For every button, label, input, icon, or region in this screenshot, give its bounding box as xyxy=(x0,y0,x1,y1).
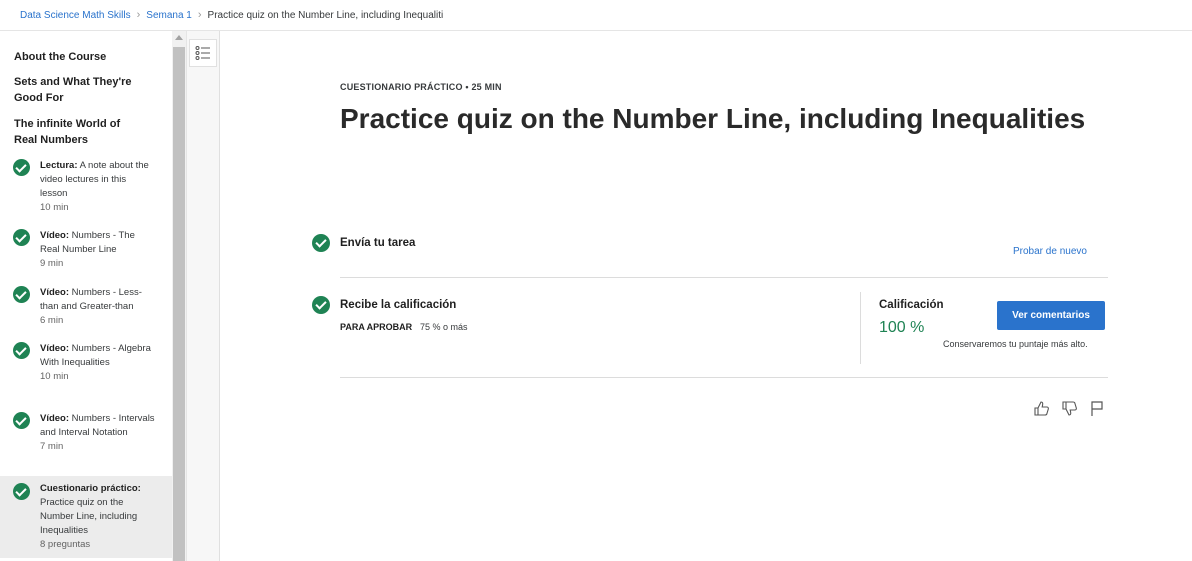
submit-step-title: Envía tu tarea xyxy=(340,237,416,249)
thumbs-up-icon xyxy=(1033,400,1049,416)
scroll-up-arrow-icon[interactable] xyxy=(175,35,183,40)
menu-list-button[interactable] xyxy=(189,39,217,67)
item-duration: 7 min xyxy=(40,441,64,452)
item-duration: 10 min xyxy=(40,202,69,213)
check-icon xyxy=(13,412,30,429)
grade-value: 100 % xyxy=(879,319,925,336)
course-sidebar: About the Course Sets and What They're G… xyxy=(0,31,172,561)
flag-button[interactable] xyxy=(1088,399,1106,417)
sidebar-item-video-1[interactable]: Vídeo: Numbers - The Real Number Line 9 … xyxy=(0,229,172,271)
sidebar-item-video-4[interactable]: Vídeo: Numbers - Intervals and Interval … xyxy=(0,412,172,454)
feedback-actions xyxy=(1032,399,1106,417)
sidebar-section-sets[interactable]: Sets and What They're Good For xyxy=(0,74,150,106)
sidebar-section-about[interactable]: About the Course xyxy=(0,49,116,65)
item-kind: Vídeo: xyxy=(40,287,70,298)
item-kind: Vídeo: xyxy=(40,230,70,241)
sidebar-item-video-3[interactable]: Vídeo: Numbers - Algebra With Inequaliti… xyxy=(0,342,172,384)
check-icon xyxy=(13,286,30,303)
item-kind: Vídeo: xyxy=(40,343,70,354)
item-duration: 10 min xyxy=(40,371,69,382)
breadcrumb: Data Science Math Skills › Semana 1 › Pr… xyxy=(0,0,1192,31)
item-kind: Lectura: xyxy=(40,160,78,171)
breadcrumb-current: Practice quiz on the Number Line, includ… xyxy=(207,9,444,21)
pass-label: PARA APROBAR xyxy=(340,322,413,332)
chevron-right-icon: › xyxy=(197,9,202,21)
check-icon xyxy=(13,483,30,500)
sidebar-item-quiz-active[interactable]: Cuestionario práctico: Practice quiz on … xyxy=(0,476,172,558)
highest-score-note: Conservaremos tu puntaje más alto. xyxy=(943,339,1088,349)
flag-icon xyxy=(1090,400,1103,416)
grade-step-title: Recibe la calificación xyxy=(340,299,457,311)
item-duration: 6 min xyxy=(40,315,64,326)
sidebar-item-reading[interactable]: Lectura: A note about the video lectures… xyxy=(0,159,172,215)
sidebar-item-video-2[interactable]: Vídeo: Numbers - Less-than and Greater-t… xyxy=(0,286,172,328)
item-title: Practice quiz on the Number Line, includ… xyxy=(40,497,138,536)
item-duration: 9 min xyxy=(40,258,64,269)
page-title: Practice quiz on the Number Line, includ… xyxy=(340,103,1086,134)
main-content: CUESTIONARIO PRÁCTICO • 25 MIN Practice … xyxy=(220,31,1192,561)
scroll-thumb[interactable] xyxy=(173,47,185,561)
breadcrumb-course-link[interactable]: Data Science Math Skills xyxy=(20,10,131,21)
item-kind: Cuestionario práctico: xyxy=(40,483,141,494)
check-icon xyxy=(13,342,30,359)
quiz-eyebrow: CUESTIONARIO PRÁCTICO • 25 MIN xyxy=(340,82,502,92)
sidebar-toggle-column xyxy=(186,31,220,561)
thumbs-down-icon xyxy=(1061,400,1077,416)
chevron-right-icon: › xyxy=(136,9,141,21)
retry-link[interactable]: Probar de nuevo xyxy=(1013,246,1087,257)
divider xyxy=(340,377,1108,378)
check-icon xyxy=(312,234,330,252)
item-kind: Vídeo: xyxy=(40,413,70,424)
sidebar-section-real-numbers[interactable]: The infinite World of Real Numbers xyxy=(0,116,150,148)
check-icon xyxy=(13,229,30,246)
vertical-divider xyxy=(860,292,861,364)
divider xyxy=(340,277,1108,278)
check-icon xyxy=(312,296,330,314)
grade-label: Calificación xyxy=(879,299,944,311)
thumbs-up-button[interactable] xyxy=(1032,399,1050,417)
sidebar-scrollbar[interactable] xyxy=(172,31,186,561)
breadcrumb-week-link[interactable]: Semana 1 xyxy=(146,10,192,21)
item-duration: 8 preguntas xyxy=(40,539,91,550)
thumbs-down-button[interactable] xyxy=(1060,399,1078,417)
view-feedback-button[interactable]: Ver comentarios xyxy=(997,301,1105,330)
pass-value: 75 % o más xyxy=(420,322,468,332)
menu-list-icon xyxy=(195,46,210,60)
check-icon xyxy=(13,159,30,176)
